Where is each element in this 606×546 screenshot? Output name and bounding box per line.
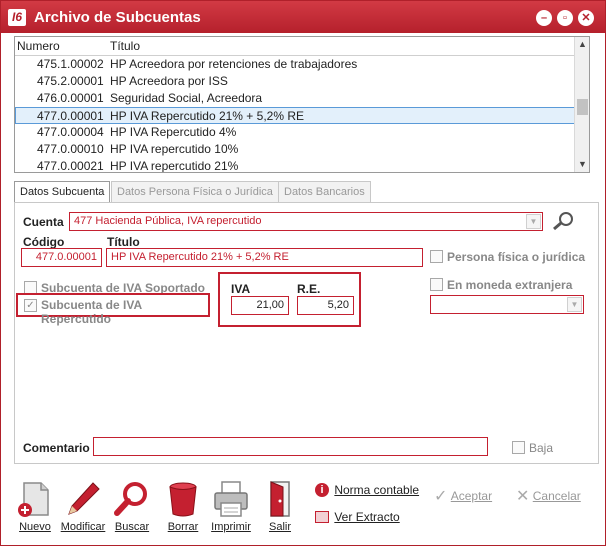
imprimir-button[interactable]: Imprimir: [208, 479, 254, 533]
iva-label: IVA: [231, 282, 251, 296]
row-numero: 477.0.00021: [37, 159, 104, 173]
buscar-button[interactable]: Buscar: [109, 479, 155, 533]
tab-datos-bancarios[interactable]: Datos Bancarios: [278, 181, 371, 203]
row-titulo: HP IVA repercutido 21%: [110, 159, 239, 173]
aceptar-label: Aceptar: [450, 489, 493, 503]
norma-contable-button[interactable]: i Norma contable: [315, 482, 419, 497]
cancelar-label: Cancelar: [532, 489, 581, 503]
minimize-button[interactable]: –: [536, 10, 552, 26]
row-titulo: Seguridad Social, Acreedora: [110, 91, 263, 105]
list-row[interactable]: 477.0.00010 HP IVA repercutido 10%: [15, 141, 575, 158]
scroll-down-icon[interactable]: ▼: [575, 157, 589, 172]
ver-extracto-label: Ver Extracto: [334, 509, 400, 524]
borrar-label: Borrar: [167, 521, 199, 533]
subcuentas-window: I6 Archivo de Subcuentas – ▫ ✕ Numero Tí…: [0, 0, 606, 546]
ver-extracto-button[interactable]: Ver Extracto: [315, 509, 400, 524]
row-numero: 477.0.00001: [37, 109, 104, 123]
row-titulo: HP IVA repercutido 10%: [110, 142, 239, 156]
maximize-button[interactable]: ▫: [557, 10, 573, 26]
moneda-select[interactable]: ▼: [430, 295, 584, 314]
iva-repercutido-checkbox[interactable]: ✓: [24, 299, 37, 312]
aceptar-button[interactable]: ✓ Aceptar: [434, 486, 492, 506]
iva-input[interactable]: 21,00: [231, 296, 289, 315]
salir-button[interactable]: Salir: [257, 479, 303, 533]
row-titulo: HP Acreedora por ISS: [110, 74, 228, 88]
chevron-down-icon[interactable]: ▼: [567, 297, 582, 312]
cuenta-value: 477 Hacienda Pública, IVA repercutido: [74, 215, 262, 227]
buscar-label: Buscar: [114, 521, 150, 533]
window-title: Archivo de Subcuentas: [34, 9, 201, 26]
row-numero: 475.2.00001: [37, 74, 104, 88]
moneda-checkbox[interactable]: [430, 278, 443, 291]
list-row[interactable]: 476.0.00001 Seguridad Social, Acreedora: [15, 90, 575, 107]
tab-datos-subcuenta[interactable]: Datos Subcuenta: [14, 181, 111, 204]
list-row[interactable]: 475.1.00002 HP Acreedora por retenciones…: [15, 56, 575, 73]
modificar-label: Modificar: [60, 521, 106, 533]
row-titulo: HP Acreedora por retenciones de trabajad…: [110, 57, 358, 71]
iva-repercutido-frame: ✓ Subcuenta de IVA Repercutido: [16, 293, 210, 326]
chevron-down-icon[interactable]: ▼: [526, 214, 541, 229]
list-scrollbar[interactable]: ▲ ▼: [574, 37, 589, 172]
column-header-numero[interactable]: Numero: [17, 39, 60, 53]
title-bar: I6 Archivo de Subcuentas – ▫ ✕: [1, 1, 605, 33]
row-numero: 476.0.00001: [37, 91, 104, 105]
subcuentas-list[interactable]: Numero Título 475.1.00002 HP Acreedora p…: [14, 36, 590, 173]
norma-contable-label: Norma contable: [334, 482, 420, 497]
scrollbar-thumb[interactable]: [577, 99, 588, 115]
search-icon[interactable]: [551, 210, 575, 232]
toolbar: Nuevo Modificar Buscar Borrar Imprimir S…: [1, 471, 605, 545]
imprimir-label: Imprimir: [211, 521, 251, 533]
checkmark-icon: ✓: [434, 488, 448, 505]
titulo-input[interactable]: HP IVA Repercutido 21% + 5,2% RE: [106, 248, 423, 267]
iva-box: IVA R.E. 21,00 5,20: [218, 272, 361, 327]
codigo-label: Código: [23, 235, 65, 249]
list-header: Numero Título: [15, 37, 575, 56]
magnifier-icon: [112, 479, 152, 519]
persona-label: Persona física o jurídica: [447, 250, 586, 264]
baja-checkbox[interactable]: [512, 441, 525, 454]
app-logo-icon: I6: [8, 9, 26, 26]
new-document-icon: [15, 479, 55, 519]
row-titulo: HP IVA Repercutido 4%: [110, 125, 237, 139]
row-numero: 475.1.00002: [37, 57, 104, 71]
list-row[interactable]: 475.2.00001 HP Acreedora por ISS: [15, 73, 575, 90]
cancelar-button[interactable]: ✕ Cancelar: [516, 486, 581, 506]
list-row[interactable]: 477.0.00021 HP IVA repercutido 21%: [15, 158, 575, 173]
codigo-input[interactable]: 477.0.00001: [21, 248, 102, 267]
re-label: R.E.: [297, 282, 321, 296]
cross-icon: ✕: [516, 488, 530, 505]
re-input[interactable]: 5,20: [297, 296, 354, 315]
info-icon: i: [315, 482, 329, 497]
exit-door-icon: [260, 479, 300, 519]
nuevo-label: Nuevo: [19, 521, 51, 533]
cuenta-select[interactable]: 477 Hacienda Pública, IVA repercutido ▼: [69, 212, 543, 231]
salir-label: Salir: [268, 521, 291, 533]
comentario-input[interactable]: [93, 437, 488, 456]
document-list-icon: [315, 510, 329, 523]
nuevo-button[interactable]: Nuevo: [12, 479, 58, 533]
tab-datos-persona[interactable]: Datos Persona Física o Jurídica: [111, 181, 279, 203]
list-row[interactable]: 477.0.00004 HP IVA Repercutido 4%: [15, 124, 575, 141]
cuenta-label: Cuenta: [23, 215, 64, 229]
row-numero: 477.0.00004: [37, 125, 104, 139]
scroll-up-icon[interactable]: ▲: [575, 37, 589, 52]
pen-icon: [63, 479, 103, 519]
titulo-label: Título: [107, 235, 140, 249]
printer-icon: [211, 479, 251, 519]
tab-panel: [14, 202, 599, 464]
column-header-titulo[interactable]: Título: [110, 39, 140, 53]
list-row-selected[interactable]: 477.0.00001 HP IVA Repercutido 21% + 5,2…: [15, 107, 575, 124]
baja-label: Baja: [529, 441, 554, 455]
close-button[interactable]: ✕: [578, 10, 594, 26]
row-numero: 477.0.00010: [37, 142, 104, 156]
moneda-label: En moneda extranjera: [447, 278, 573, 292]
iva-repercutido-label: Subcuenta de IVA Repercutido: [41, 298, 142, 326]
row-titulo: HP IVA Repercutido 21% + 5,2% RE: [110, 109, 304, 123]
borrar-button[interactable]: Borrar: [160, 479, 206, 533]
trash-icon: [163, 479, 203, 519]
persona-checkbox[interactable]: [430, 250, 443, 263]
modificar-button[interactable]: Modificar: [60, 479, 106, 533]
comentario-label: Comentario: [23, 441, 90, 455]
